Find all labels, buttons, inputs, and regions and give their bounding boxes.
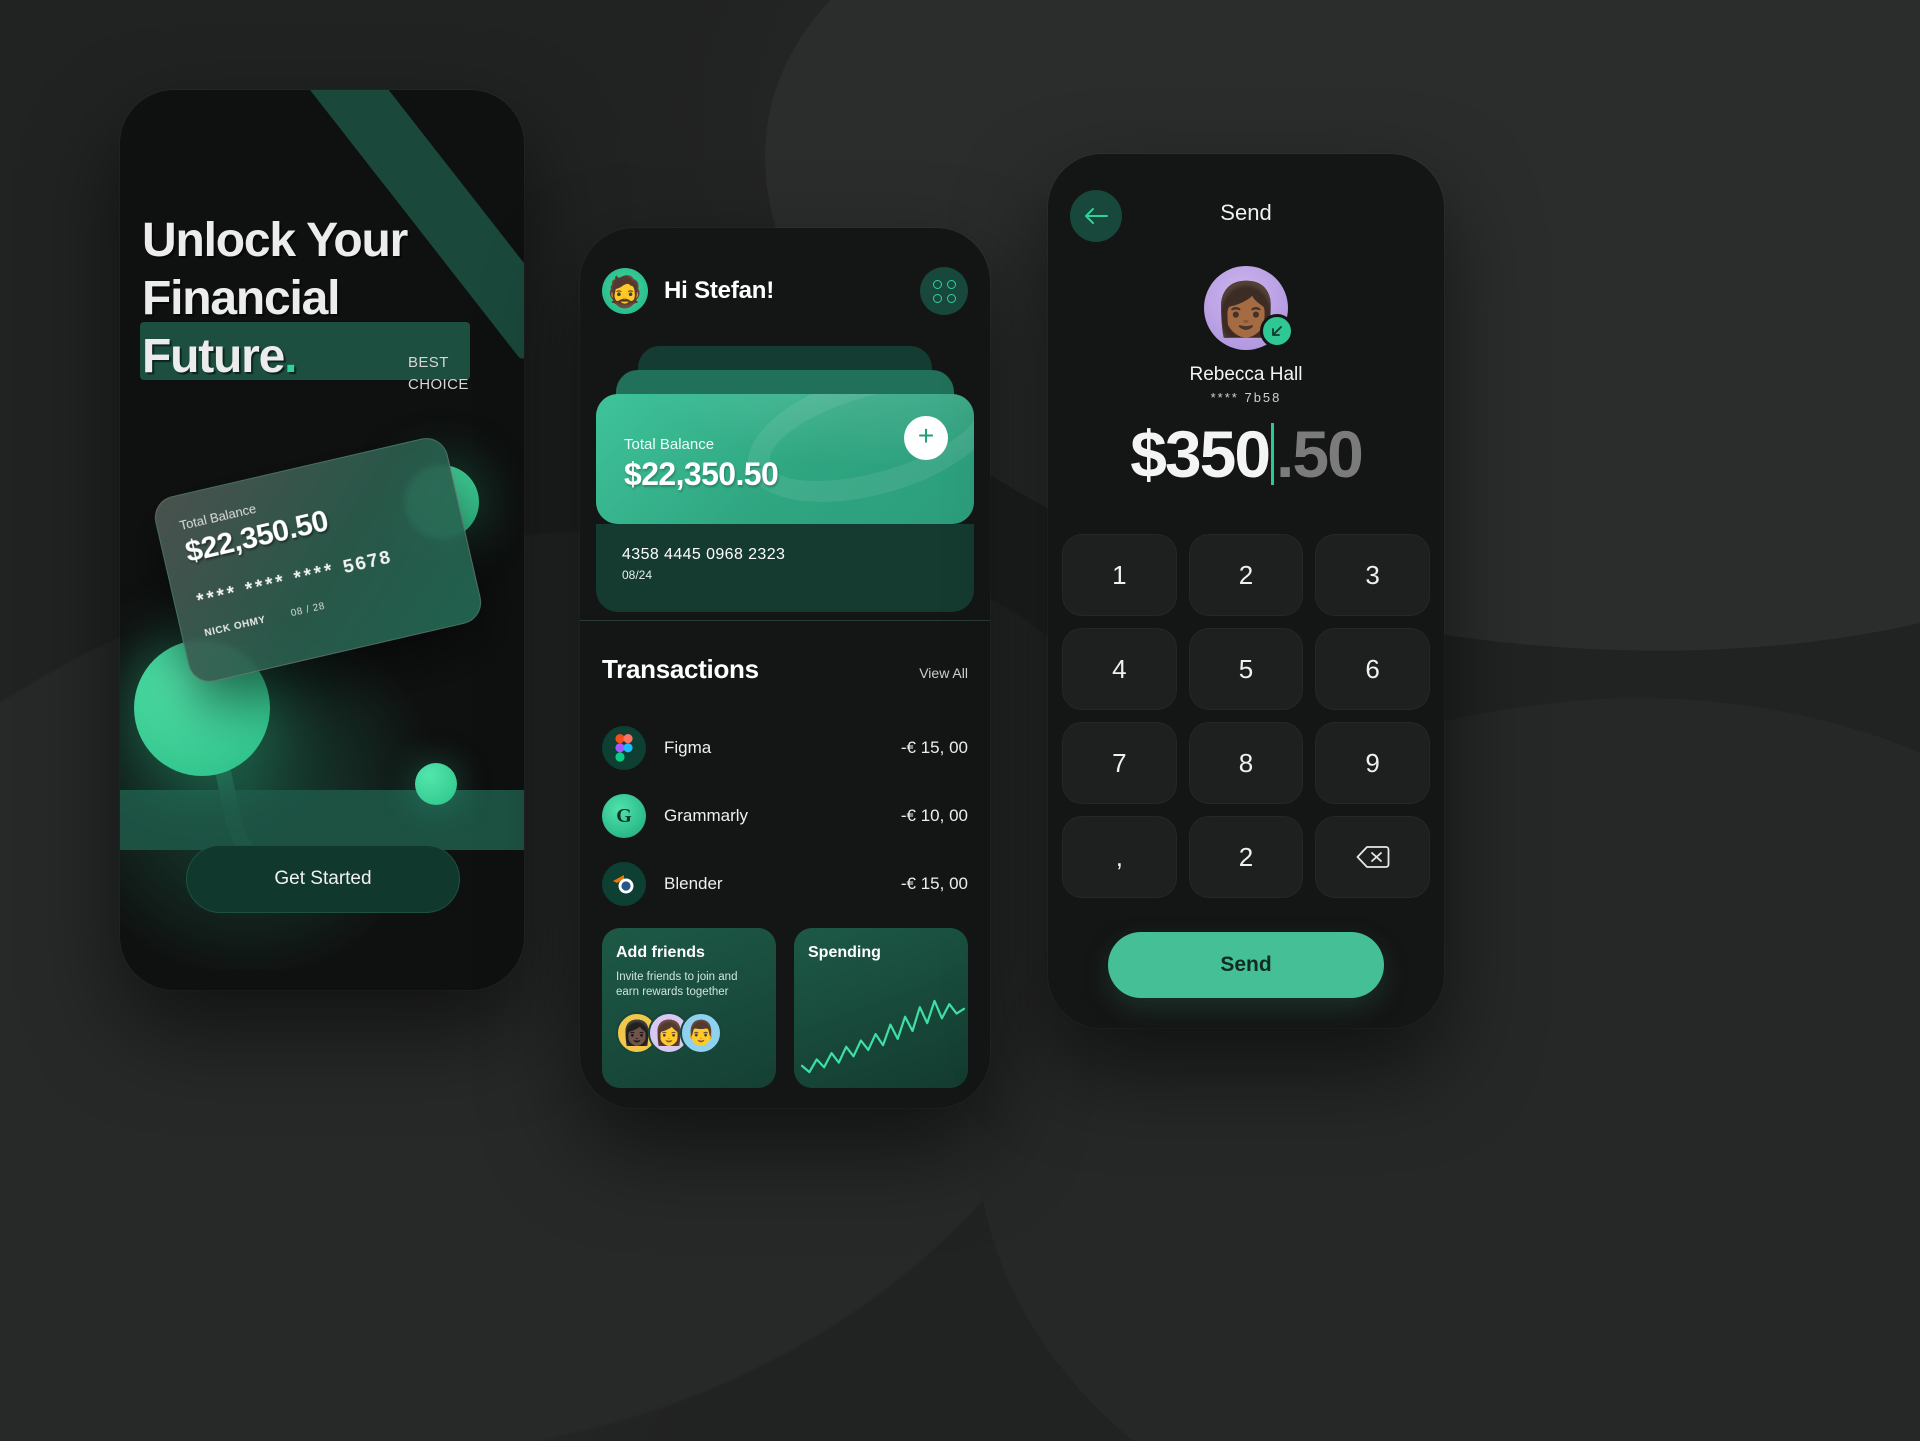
get-started-button[interactable]: Get Started <box>186 845 460 913</box>
backspace-key[interactable] <box>1315 816 1430 898</box>
avatar[interactable]: 🧔 <box>602 268 648 314</box>
key-8[interactable]: 8 <box>1188 722 1304 804</box>
blender-icon <box>602 862 646 906</box>
send-header: Send <box>1048 190 1444 250</box>
amount-display[interactable]: $350 .50 <box>1048 416 1444 492</box>
numeric-keypad: 1 2 3 4 5 6 7 8 9 , 2 <box>1062 534 1430 898</box>
home-tiles: Add friends Invite friends to join and e… <box>602 928 968 1088</box>
transactions-list: Figma -€ 15, 00 G Grammarly -€ 10, 00 Bl… <box>602 714 968 918</box>
view-all-link[interactable]: View All <box>919 665 968 681</box>
add-friends-tile[interactable]: Add friends Invite friends to join and e… <box>602 928 776 1088</box>
headline-line-1: Unlock Your <box>142 214 408 267</box>
home-header: 🧔 Hi Stefan! <box>580 256 990 326</box>
page-title: Send <box>1220 200 1272 225</box>
card-holder-name: NICK OHMY <box>203 614 267 640</box>
card-expiry: 08/24 <box>622 568 653 582</box>
key-7[interactable]: 7 <box>1062 722 1177 804</box>
recipient-card-mask: **** 7b58 <box>1210 390 1282 405</box>
best-choice-line-2: CHOICE <box>408 376 469 393</box>
friend-avatars: 👩🏿 👩 👨 <box>616 1012 762 1054</box>
text-caret <box>1271 423 1275 485</box>
spending-title: Spending <box>808 944 881 961</box>
grid-dots-icon <box>932 279 956 303</box>
grid-menu-button[interactable] <box>920 267 968 315</box>
accent-dot: . <box>284 330 297 383</box>
spending-sparkline-chart <box>800 999 966 1074</box>
greeting-text: Hi Stefan! <box>664 277 775 304</box>
plus-icon[interactable]: + <box>904 416 948 460</box>
key-0[interactable]: 2 <box>1188 816 1304 898</box>
page-title: Unlock Your Financial Future. <box>142 212 408 386</box>
figma-icon <box>602 726 646 770</box>
transaction-name: Grammarly <box>664 806 749 825</box>
section-divider <box>580 620 990 621</box>
user-avatar-emoji-icon: 🧔 <box>606 275 644 309</box>
transactions-header: Transactions View All <box>602 654 968 685</box>
card-details: 4358 4445 0968 2323 08/24 <box>596 524 974 612</box>
headline-line-3: Future. <box>142 330 297 383</box>
avatar[interactable]: 👩🏾 <box>1204 266 1294 350</box>
phone-home: 🧔 Hi Stefan! Total Balance $22,350.50 + … <box>580 228 990 1108</box>
key-3[interactable]: 3 <box>1315 534 1430 616</box>
transactions-title: Transactions <box>602 654 759 684</box>
best-choice-badge: BEST CHOICE <box>408 352 469 396</box>
transaction-amount: -€ 15, 00 <box>900 738 968 757</box>
key-comma[interactable]: , <box>1062 816 1177 898</box>
amount-main: $350 <box>1130 417 1271 491</box>
table-row[interactable]: G Grammarly -€ 10, 00 <box>602 782 968 850</box>
green-circle-small <box>415 763 457 805</box>
add-friends-title: Add friends <box>616 944 705 961</box>
grammarly-icon: G <box>602 794 646 838</box>
key-9[interactable]: 9 <box>1315 722 1430 804</box>
key-6[interactable]: 6 <box>1315 628 1430 710</box>
phone-send: Send 👩🏾 Rebecca Hall **** 7b58 $350 .50 … <box>1048 154 1444 1028</box>
card-front[interactable]: Total Balance $22,350.50 + <box>596 394 974 524</box>
transaction-amount: -€ 10, 00 <box>900 806 968 825</box>
canvas: Unlock Your Financial Future. BEST CHOIC… <box>0 0 1920 1441</box>
card-last4: 5678 <box>340 546 394 580</box>
key-2[interactable]: 2 <box>1188 534 1304 616</box>
transaction-amount: -€ 15, 00 <box>900 874 968 893</box>
key-4[interactable]: 4 <box>1062 628 1177 710</box>
card-number: 4358 4445 0968 2323 <box>622 546 786 563</box>
best-choice-line-1: BEST <box>408 354 449 371</box>
recipient-name: Rebecca Hall <box>1189 364 1303 385</box>
headline-line-2: Financial <box>142 272 340 325</box>
amount-decimal: .50 <box>1276 417 1364 491</box>
phone-onboarding: Unlock Your Financial Future. BEST CHOIC… <box>120 90 524 990</box>
card-expiry: 08 / 28 <box>289 600 327 620</box>
transaction-name: Blender <box>664 874 723 893</box>
home-balance-label: Total Balance <box>624 436 715 453</box>
avatar: 👨 <box>680 1012 722 1054</box>
send-button[interactable]: Send <box>1108 932 1384 998</box>
spending-tile[interactable]: Spending <box>794 928 968 1088</box>
home-balance-value: $22,350.50 <box>624 456 779 492</box>
add-friends-subtitle: Invite friends to join and earn rewards … <box>616 971 738 998</box>
arrow-down-left-icon <box>1260 314 1294 348</box>
table-row[interactable]: Blender -€ 15, 00 <box>602 850 968 918</box>
transaction-name: Figma <box>664 738 712 757</box>
card-stack: Total Balance $22,350.50 + 4358 4445 096… <box>580 346 990 616</box>
table-row[interactable]: Figma -€ 15, 00 <box>602 714 968 782</box>
backspace-icon <box>1356 846 1390 868</box>
key-5[interactable]: 5 <box>1188 628 1304 710</box>
key-1[interactable]: 1 <box>1062 534 1177 616</box>
recipient-block: 👩🏾 Rebecca Hall **** 7b58 <box>1048 266 1444 405</box>
